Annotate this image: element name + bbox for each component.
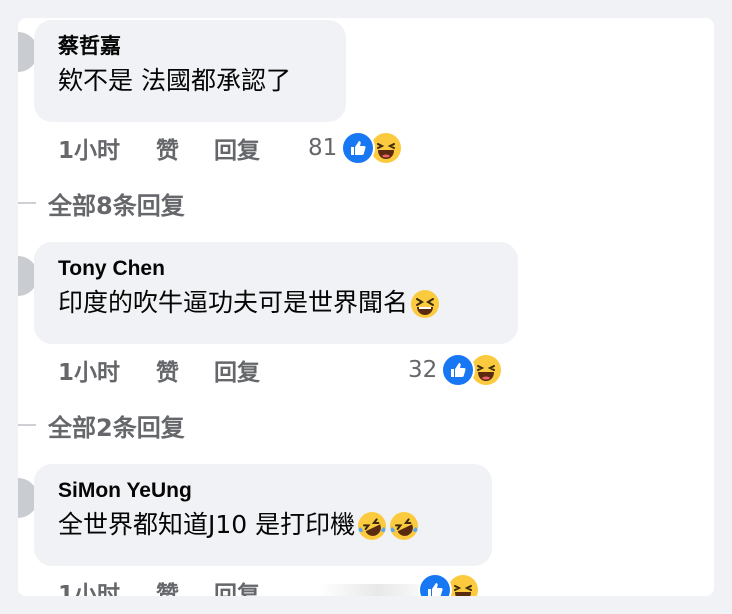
- like-icon: [441, 353, 476, 387]
- comment-text-content: 印度的吹牛逼功夫可是世界聞名: [58, 288, 409, 317]
- rofl-emoji-icon: [357, 511, 387, 541]
- comment-author[interactable]: SiMon YeUng: [58, 478, 468, 504]
- reaction-summary[interactable]: 81: [308, 128, 404, 168]
- reaction-count: 81: [308, 135, 338, 161]
- reply-button[interactable]: 回复: [214, 575, 260, 596]
- like-icon: [418, 573, 452, 596]
- comment-actions: 1小时 赞 回复: [58, 128, 260, 168]
- comment-timestamp[interactable]: 1小时: [58, 131, 156, 165]
- like-icon: [341, 131, 376, 165]
- like-button[interactable]: 赞: [156, 353, 214, 387]
- reaction-count: 32: [408, 357, 438, 383]
- thread-connector: [18, 424, 36, 426]
- comment-bubble: Tony Chen 印度的吹牛逼功夫可是世界聞名: [34, 242, 518, 344]
- reaction-summary[interactable]: 32: [408, 350, 504, 390]
- rofl-emoji-icon: [389, 511, 419, 541]
- comments-panel: 蔡哲嘉 欸不是 法國都承認了 1小时 赞 回复 81 全部8条回复 Tony C…: [18, 18, 714, 596]
- comment-actions: 1小时 赞 回复: [58, 572, 260, 596]
- comment-author[interactable]: Tony Chen: [58, 256, 494, 282]
- laughing-emoji-icon: [410, 289, 440, 319]
- comment-author[interactable]: 蔡哲嘉: [58, 34, 322, 60]
- comment-text-content: 全世界都知道J10 是打印機: [58, 510, 356, 539]
- comment-bubble: 蔡哲嘉 欸不是 法國都承認了: [34, 20, 346, 122]
- comment-timestamp[interactable]: 1小时: [58, 353, 156, 387]
- thread-connector: [18, 202, 36, 204]
- comment-bubble: SiMon YeUng 全世界都知道J10 是打印機: [34, 464, 492, 566]
- comment-text: 欸不是 法國都承認了: [58, 66, 291, 95]
- view-replies-link[interactable]: 全部8条回复: [48, 186, 185, 221]
- comment-text: 印度的吹牛逼功夫可是世界聞名: [58, 286, 494, 320]
- like-button[interactable]: 赞: [156, 575, 214, 596]
- reply-button[interactable]: 回复: [214, 353, 260, 387]
- reaction-summary[interactable]: [418, 570, 480, 596]
- like-button[interactable]: 赞: [156, 131, 214, 165]
- reply-button[interactable]: 回复: [214, 131, 260, 165]
- comment-actions: 1小时 赞 回复: [58, 350, 260, 390]
- comment-text: 全世界都知道J10 是打印機: [58, 508, 468, 542]
- view-replies-link[interactable]: 全部2条回复: [48, 408, 185, 443]
- comment-timestamp[interactable]: 1小时: [58, 575, 156, 596]
